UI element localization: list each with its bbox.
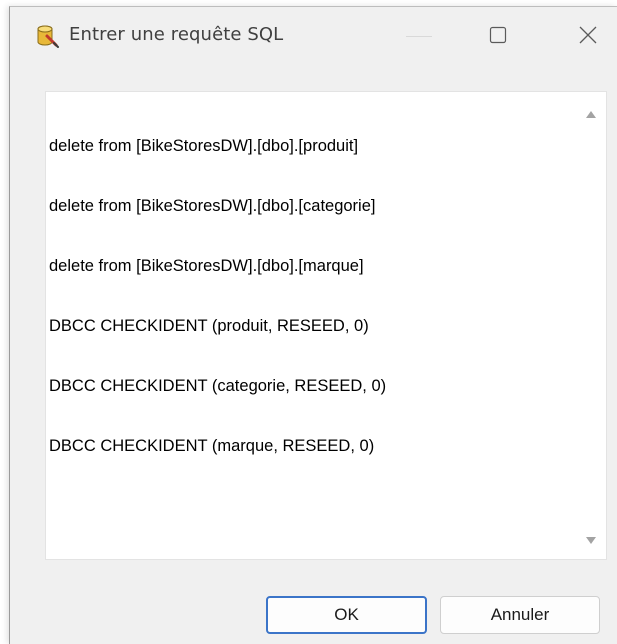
maximize-icon [489,26,507,44]
close-icon [579,26,597,44]
sql-line: delete from [BikeStoresDW].[dbo].[catego… [49,197,376,215]
cancel-button[interactable]: Annuler [440,596,600,634]
scroll-down-arrow-icon[interactable] [585,533,597,551]
sql-query-text[interactable]: delete from [BikeStoresDW].[dbo].[produi… [49,96,569,496]
sql-line: delete from [BikeStoresDW].[dbo].[produi… [49,137,359,155]
sql-line: DBCC CHECKIDENT (marque, RESEED, 0) [49,437,375,455]
vertical-scrollbar[interactable] [576,92,606,559]
sql-editor[interactable]: delete from [BikeStoresDW].[dbo].[produi… [45,91,607,560]
window-title: Entrer une requête SQL [69,24,284,45]
sql-line: DBCC CHECKIDENT (categorie, RESEED, 0) [49,377,387,395]
sql-query-dialog: Entrer une requête SQL delete from [Bike… [9,6,617,644]
sql-line: DBCC CHECKIDENT (produit, RESEED, 0) [49,317,369,335]
ok-button[interactable]: OK [266,596,427,634]
database-icon [36,24,60,48]
sql-line: delete from [BikeStoresDW].[dbo].[marque… [49,257,364,275]
minimize-placeholder-line [406,36,432,37]
close-button[interactable] [568,19,608,51]
scroll-up-arrow-icon[interactable] [585,106,597,124]
title-bar[interactable]: Entrer une requête SQL [10,7,617,63]
maximize-button[interactable] [478,19,518,51]
